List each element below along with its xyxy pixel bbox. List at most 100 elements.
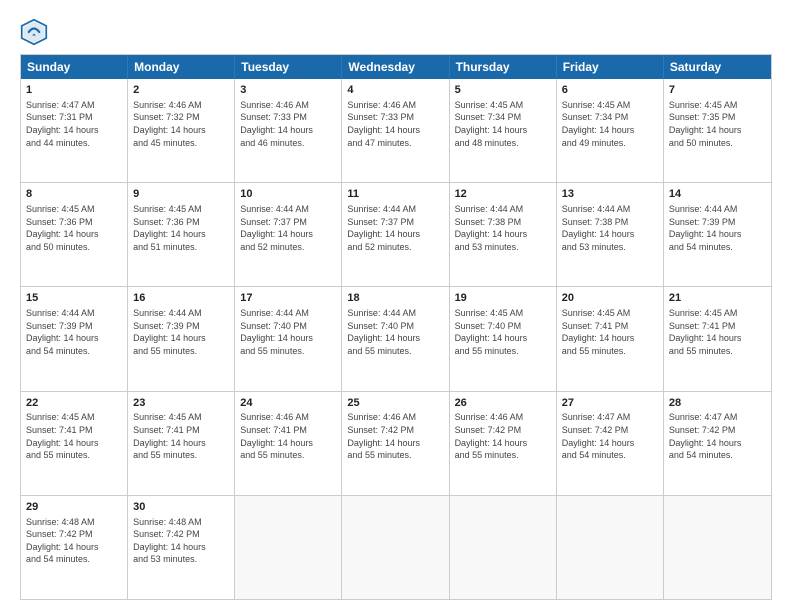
cell-text-line: and 55 minutes. bbox=[669, 345, 766, 358]
cell-text-line: and 45 minutes. bbox=[133, 137, 229, 150]
day-number: 22 bbox=[26, 396, 122, 411]
cell-text-line: and 54 minutes. bbox=[26, 345, 122, 358]
cell-text-line: and 47 minutes. bbox=[347, 137, 443, 150]
day-number: 20 bbox=[562, 291, 658, 306]
page: SundayMondayTuesdayWednesdayThursdayFrid… bbox=[0, 0, 792, 612]
logo-icon bbox=[20, 18, 48, 46]
calendar-cell: 11Sunrise: 4:44 AMSunset: 7:37 PMDayligh… bbox=[342, 183, 449, 286]
cell-text-line: Sunrise: 4:44 AM bbox=[347, 307, 443, 320]
calendar-cell: 24Sunrise: 4:46 AMSunset: 7:41 PMDayligh… bbox=[235, 392, 342, 495]
calendar-cell: 10Sunrise: 4:44 AMSunset: 7:37 PMDayligh… bbox=[235, 183, 342, 286]
calendar-cell: 9Sunrise: 4:45 AMSunset: 7:36 PMDaylight… bbox=[128, 183, 235, 286]
calendar-cell: 4Sunrise: 4:46 AMSunset: 7:33 PMDaylight… bbox=[342, 79, 449, 182]
cell-text-line: Sunset: 7:40 PM bbox=[240, 320, 336, 333]
cell-text-line: and 55 minutes. bbox=[133, 449, 229, 462]
cell-text-line: Daylight: 14 hours bbox=[669, 332, 766, 345]
day-number: 23 bbox=[133, 396, 229, 411]
calendar-header: SundayMondayTuesdayWednesdayThursdayFrid… bbox=[21, 55, 771, 79]
cell-text-line: Sunset: 7:39 PM bbox=[133, 320, 229, 333]
calendar-cell: 8Sunrise: 4:45 AMSunset: 7:36 PMDaylight… bbox=[21, 183, 128, 286]
calendar-cell: 13Sunrise: 4:44 AMSunset: 7:38 PMDayligh… bbox=[557, 183, 664, 286]
cell-text-line: Sunrise: 4:47 AM bbox=[669, 411, 766, 424]
cell-text-line: and 52 minutes. bbox=[240, 241, 336, 254]
cell-text-line: Daylight: 14 hours bbox=[562, 228, 658, 241]
cell-text-line: Sunset: 7:36 PM bbox=[26, 216, 122, 229]
cell-text-line: Daylight: 14 hours bbox=[562, 124, 658, 137]
calendar-row: 15Sunrise: 4:44 AMSunset: 7:39 PMDayligh… bbox=[21, 286, 771, 390]
cell-text-line: Sunset: 7:33 PM bbox=[240, 111, 336, 124]
cell-text-line: Sunrise: 4:46 AM bbox=[240, 411, 336, 424]
cell-text-line: Sunset: 7:42 PM bbox=[347, 424, 443, 437]
cell-text-line: Daylight: 14 hours bbox=[347, 332, 443, 345]
calendar-row: 8Sunrise: 4:45 AMSunset: 7:36 PMDaylight… bbox=[21, 182, 771, 286]
cell-text-line: and 54 minutes. bbox=[669, 241, 766, 254]
cell-text-line: Sunset: 7:39 PM bbox=[669, 216, 766, 229]
cell-text-line: Sunrise: 4:45 AM bbox=[26, 203, 122, 216]
calendar-header-cell: Saturday bbox=[664, 55, 771, 79]
cell-text-line: and 55 minutes. bbox=[240, 449, 336, 462]
cell-text-line: Daylight: 14 hours bbox=[347, 437, 443, 450]
calendar-cell: 5Sunrise: 4:45 AMSunset: 7:34 PMDaylight… bbox=[450, 79, 557, 182]
cell-text-line: Daylight: 14 hours bbox=[240, 124, 336, 137]
day-number: 4 bbox=[347, 83, 443, 98]
cell-text-line: and 55 minutes. bbox=[455, 449, 551, 462]
calendar-cell: 19Sunrise: 4:45 AMSunset: 7:40 PMDayligh… bbox=[450, 287, 557, 390]
cell-text-line: Sunset: 7:33 PM bbox=[347, 111, 443, 124]
cell-text-line: Sunrise: 4:44 AM bbox=[347, 203, 443, 216]
cell-text-line: and 46 minutes. bbox=[240, 137, 336, 150]
cell-text-line: Sunrise: 4:44 AM bbox=[133, 307, 229, 320]
cell-text-line: Sunset: 7:38 PM bbox=[455, 216, 551, 229]
day-number: 8 bbox=[26, 187, 122, 202]
day-number: 12 bbox=[455, 187, 551, 202]
day-number: 18 bbox=[347, 291, 443, 306]
cell-text-line: Sunrise: 4:46 AM bbox=[133, 99, 229, 112]
cell-text-line: Sunset: 7:41 PM bbox=[562, 320, 658, 333]
cell-text-line: Sunrise: 4:45 AM bbox=[133, 203, 229, 216]
day-number: 24 bbox=[240, 396, 336, 411]
day-number: 17 bbox=[240, 291, 336, 306]
cell-text-line: Sunset: 7:41 PM bbox=[240, 424, 336, 437]
cell-text-line: Daylight: 14 hours bbox=[562, 332, 658, 345]
cell-text-line: Sunset: 7:34 PM bbox=[455, 111, 551, 124]
cell-text-line: Sunset: 7:42 PM bbox=[562, 424, 658, 437]
cell-text-line: Daylight: 14 hours bbox=[455, 124, 551, 137]
calendar-cell bbox=[342, 496, 449, 599]
cell-text-line: Sunrise: 4:44 AM bbox=[562, 203, 658, 216]
calendar-cell: 23Sunrise: 4:45 AMSunset: 7:41 PMDayligh… bbox=[128, 392, 235, 495]
calendar-cell: 30Sunrise: 4:48 AMSunset: 7:42 PMDayligh… bbox=[128, 496, 235, 599]
cell-text-line: Sunset: 7:42 PM bbox=[669, 424, 766, 437]
calendar-cell: 7Sunrise: 4:45 AMSunset: 7:35 PMDaylight… bbox=[664, 79, 771, 182]
day-number: 11 bbox=[347, 187, 443, 202]
cell-text-line: Sunset: 7:35 PM bbox=[669, 111, 766, 124]
calendar-cell: 17Sunrise: 4:44 AMSunset: 7:40 PMDayligh… bbox=[235, 287, 342, 390]
cell-text-line: Daylight: 14 hours bbox=[455, 437, 551, 450]
day-number: 14 bbox=[669, 187, 766, 202]
cell-text-line: and 48 minutes. bbox=[455, 137, 551, 150]
calendar-row: 22Sunrise: 4:45 AMSunset: 7:41 PMDayligh… bbox=[21, 391, 771, 495]
cell-text-line: and 55 minutes. bbox=[133, 345, 229, 358]
cell-text-line: Sunrise: 4:47 AM bbox=[26, 99, 122, 112]
cell-text-line: and 50 minutes. bbox=[669, 137, 766, 150]
cell-text-line: Sunset: 7:42 PM bbox=[26, 528, 122, 541]
cell-text-line: Daylight: 14 hours bbox=[133, 541, 229, 554]
calendar-header-cell: Friday bbox=[557, 55, 664, 79]
day-number: 16 bbox=[133, 291, 229, 306]
calendar-cell: 22Sunrise: 4:45 AMSunset: 7:41 PMDayligh… bbox=[21, 392, 128, 495]
day-number: 7 bbox=[669, 83, 766, 98]
cell-text-line: Daylight: 14 hours bbox=[133, 332, 229, 345]
cell-text-line: Sunset: 7:40 PM bbox=[455, 320, 551, 333]
calendar-header-cell: Tuesday bbox=[235, 55, 342, 79]
cell-text-line: Sunset: 7:41 PM bbox=[133, 424, 229, 437]
calendar: SundayMondayTuesdayWednesdayThursdayFrid… bbox=[20, 54, 772, 600]
cell-text-line: Sunrise: 4:46 AM bbox=[347, 99, 443, 112]
cell-text-line: and 53 minutes. bbox=[133, 553, 229, 566]
cell-text-line: Sunrise: 4:45 AM bbox=[455, 307, 551, 320]
day-number: 13 bbox=[562, 187, 658, 202]
cell-text-line: Sunset: 7:39 PM bbox=[26, 320, 122, 333]
calendar-row: 1Sunrise: 4:47 AMSunset: 7:31 PMDaylight… bbox=[21, 79, 771, 182]
header bbox=[20, 18, 772, 46]
calendar-cell: 29Sunrise: 4:48 AMSunset: 7:42 PMDayligh… bbox=[21, 496, 128, 599]
cell-text-line: and 53 minutes. bbox=[562, 241, 658, 254]
cell-text-line: and 50 minutes. bbox=[26, 241, 122, 254]
cell-text-line: Daylight: 14 hours bbox=[240, 228, 336, 241]
